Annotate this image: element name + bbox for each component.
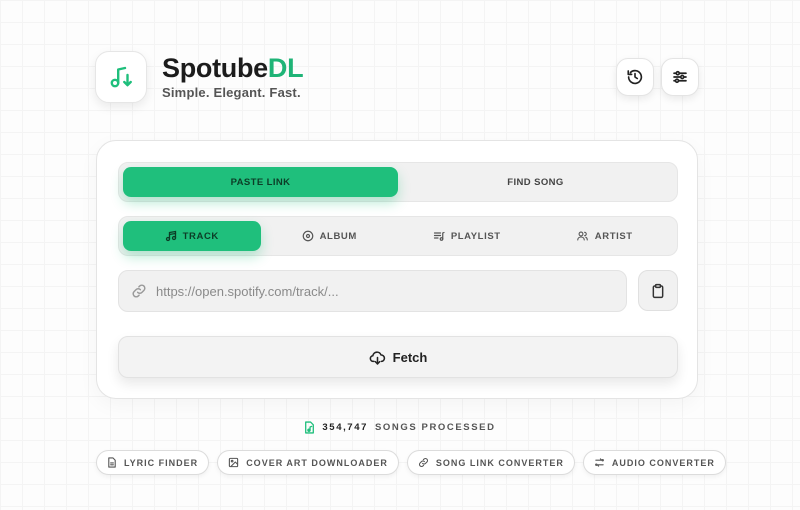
app-title-main: Spotube — [162, 53, 268, 83]
link-icon — [418, 458, 428, 467]
lyric-finder-label: LYRIC FINDER — [124, 457, 199, 468]
cover-art-downloader-link[interactable]: COVER ART DOWNLOADER — [217, 450, 399, 475]
url-input[interactable] — [156, 283, 596, 299]
image-icon — [229, 457, 239, 468]
songs-processed-stat: 354,747 SONGS PROCESSED — [0, 421, 800, 434]
document-icon — [108, 457, 116, 468]
disc-icon — [302, 230, 313, 242]
sliders-icon — [673, 70, 687, 84]
brand: SpotubeDL Simple. Elegant. Fast. — [162, 52, 304, 100]
music-file-icon — [305, 421, 315, 434]
clipboard-icon — [652, 283, 664, 298]
tab-artist-label: ARTIST — [594, 230, 633, 242]
tab-playlist-label: PLAYLIST — [450, 230, 501, 242]
mode-tabs: PASTE LINK FIND SONG — [118, 162, 678, 202]
tab-album-label: ALBUM — [319, 230, 357, 242]
audio-converter-label: AUDIO CONVERTER — [611, 457, 715, 468]
app-tagline: Simple. Elegant. Fast. — [162, 85, 301, 100]
url-field — [118, 270, 627, 312]
lyric-finder-link[interactable]: LYRIC FINDER — [96, 450, 210, 475]
song-link-converter-label: SONG LINK CONVERTER — [435, 457, 564, 468]
fetch-label: Fetch — [392, 349, 428, 365]
users-icon — [576, 231, 588, 241]
tab-find-song[interactable]: FIND SONG — [398, 167, 673, 197]
history-icon — [627, 69, 643, 85]
cloud-download-icon — [369, 350, 385, 365]
tab-playlist[interactable]: PLAYLIST — [398, 221, 536, 251]
audio-converter-link[interactable]: AUDIO CONVERTER — [582, 450, 726, 475]
tab-track[interactable]: TRACK — [123, 221, 261, 251]
download-card: PASTE LINK FIND SONG TRACK ALBUM PLAYLIS… — [96, 140, 698, 399]
music-note-icon — [165, 230, 176, 242]
fetch-button[interactable]: Fetch — [118, 336, 678, 378]
songs-count-label: SONGS PROCESSED — [374, 422, 496, 433]
app-title: SpotubeDL — [162, 52, 304, 84]
type-tabs: TRACK ALBUM PLAYLIST ARTIST — [118, 216, 678, 256]
song-link-converter-link[interactable]: SONG LINK CONVERTER — [406, 450, 575, 475]
link-icon — [131, 283, 147, 299]
history-button[interactable] — [616, 58, 654, 96]
songs-count: 354,747 — [322, 422, 368, 433]
playlist-icon — [433, 231, 445, 241]
cover-art-downloader-label: COVER ART DOWNLOADER — [246, 457, 388, 468]
tab-track-label: TRACK — [182, 230, 219, 242]
tool-links: LYRIC FINDER COVER ART DOWNLOADER SONG L… — [96, 450, 726, 475]
tab-paste-link[interactable]: PASTE LINK — [123, 167, 398, 197]
tab-album[interactable]: ALBUM — [261, 221, 399, 251]
app-title-accent: DL — [267, 53, 304, 83]
convert-icon — [594, 458, 604, 467]
paste-button[interactable] — [638, 270, 678, 311]
music-download-icon — [110, 66, 132, 88]
app-logo — [95, 51, 147, 103]
tab-artist[interactable]: ARTIST — [536, 221, 674, 251]
settings-button[interactable] — [661, 58, 699, 96]
